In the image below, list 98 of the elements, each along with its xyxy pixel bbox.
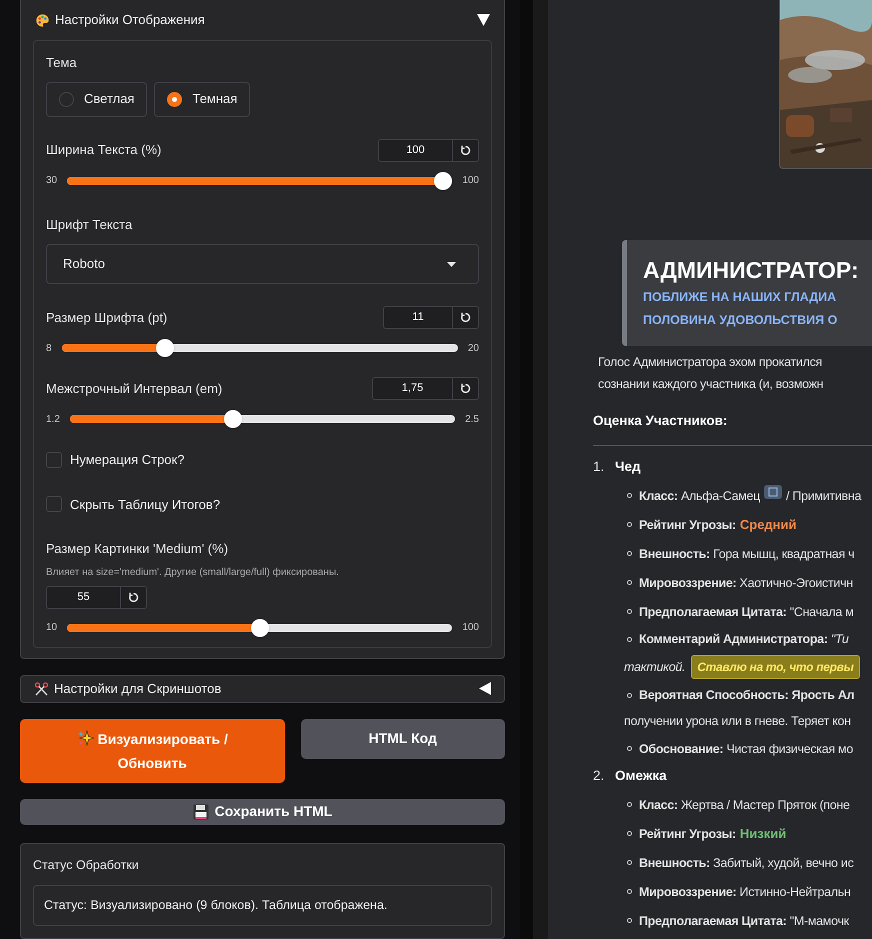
bullet-icon <box>627 551 632 556</box>
collapse-triangle-icon[interactable] <box>477 14 490 26</box>
item-text: Класс: Альфа-Самец <box>639 488 760 505</box>
slider-max-label: 20 <box>468 342 479 356</box>
section-heading: Оценка Участников: <box>593 413 728 428</box>
number-value: 55 <box>76 590 91 605</box>
item-text: Предполагаемая Цитата: "Сначала м <box>639 604 854 621</box>
radio-option[interactable]: Светлая <box>46 82 148 116</box>
number-field[interactable]: 1,75 <box>372 377 479 400</box>
expand-triangle-icon[interactable] <box>479 682 491 696</box>
number-field[interactable]: 100 <box>378 138 479 162</box>
radio-option[interactable]: Темная <box>154 82 250 116</box>
checkbox[interactable] <box>46 496 62 512</box>
field-label: Тема <box>46 54 78 72</box>
slider-min-label: 8 <box>46 342 52 356</box>
item-text: Внешность: Гора мышц, квадратная ч <box>639 546 854 563</box>
number-value: 11 <box>411 310 425 326</box>
number-field[interactable]: 11 <box>383 306 479 329</box>
slider-thumb[interactable] <box>224 410 242 428</box>
scissors-icon <box>34 682 49 696</box>
bullet-icon <box>627 860 632 865</box>
intro-text: сознании каждого участника (и, возможн <box>598 376 824 393</box>
slider[interactable] <box>70 410 456 428</box>
bullet-icon <box>627 580 632 585</box>
sparkles-icon <box>76 730 94 747</box>
bullet-icon <box>627 831 632 836</box>
slider-label: Размер Шрифта (pt) <box>46 308 168 327</box>
slider-max-label: 2.5 <box>465 412 479 426</box>
item-text: / Примитивна <box>786 488 862 505</box>
slider[interactable] <box>67 172 452 190</box>
item-text: Вероятная Способность: Ярость Ал <box>639 687 854 704</box>
bullet-icon <box>627 636 632 642</box>
list-number: 2. <box>593 766 606 785</box>
item-text: Обоснование: Чистая физическая мо <box>639 740 853 758</box>
accordion-title[interactable]: Настройки для Скриншотов <box>54 678 222 698</box>
list-number: 1. <box>593 458 606 476</box>
item-text: получении урона или в гневе. Теряет кон <box>623 713 851 730</box>
reset-icon <box>128 592 139 602</box>
checkbox-label: Нумерация Строк? <box>70 451 184 469</box>
number-value: 100 <box>405 142 426 158</box>
item-text: Мировоззрение: Истинно-Нейтральн <box>639 884 851 901</box>
item-label: Рейтинг Угрозы: <box>639 826 736 843</box>
bullet-icon <box>627 522 632 527</box>
slider-thumb[interactable] <box>156 339 174 357</box>
html-code-button[interactable]: HTML Код <box>300 718 505 759</box>
palette-icon <box>35 12 50 28</box>
slider-min-label: 10 <box>46 621 58 635</box>
accordion-title[interactable]: Настройки Отображения <box>55 10 205 30</box>
slider-label: Размер Картинки 'Medium' (%) <box>46 540 230 558</box>
reset-icon <box>460 144 471 156</box>
save-html-button[interactable]: Сохранить HTML <box>20 798 505 826</box>
field-label: Шрифт Текста <box>46 216 134 234</box>
accordion-panel[interactable]: Настройки для Скриншотов <box>20 674 505 703</box>
slider-thumb[interactable] <box>434 172 452 190</box>
slider-min-label: 1.2 <box>46 412 60 426</box>
item-text: Предполагаемая Цитата: "М-мамочк <box>639 912 849 930</box>
slider-max-label: 100 <box>462 174 479 188</box>
bullet-icon <box>627 889 632 894</box>
number-value: 1,75 <box>400 381 424 396</box>
bullet-icon <box>627 746 632 751</box>
callout-title: АДМИНИСТРАТОР: <box>643 256 860 285</box>
item-text: Мировоззрение: Хаотично-Эгоистичн <box>639 574 853 592</box>
callout-subtitle: ПОБЛИЖЕ НА НАШИХ ГЛАДИА <box>643 289 838 306</box>
item-text: Класс: Жертва / Мастер Пряток (поне <box>639 796 850 814</box>
field-description: Влияет на size='medium'. Другие (small/large/full) фиксированы. <box>46 566 340 580</box>
bullet-icon <box>627 692 632 698</box>
dropdown-caret-icon <box>447 262 456 266</box>
slider-label: Ширина Текста (%) <box>46 141 162 160</box>
participant-name: Чед <box>615 458 641 476</box>
slider[interactable] <box>67 618 452 636</box>
callout-subtitle: ПОЛОВИНА УДОВОЛЬСТВИЯ О <box>643 312 838 329</box>
slider[interactable] <box>62 339 458 357</box>
status-field: Статус: Визуализировано (9 блоков). Таблица отображена. <box>33 885 492 926</box>
bullet-icon <box>627 609 632 614</box>
bullet-icon <box>627 802 632 807</box>
slider-thumb[interactable] <box>250 618 269 636</box>
threat-rating: Низкий <box>740 824 786 843</box>
reset-icon <box>460 312 471 323</box>
threat-rating: Средний <box>740 516 797 534</box>
visualize-button[interactable]: Визуализировать / Обновить <box>20 718 284 783</box>
checkbox[interactable] <box>46 452 62 468</box>
reset-icon <box>460 383 471 394</box>
item-text: тактикой. <box>623 659 686 676</box>
bullet-icon <box>627 918 632 923</box>
status-label: Статус Обработки <box>33 857 140 874</box>
item-text: Комментарий Администратора: "Ти <box>639 631 849 648</box>
highlighted-text: Ставлю на то, что первы <box>691 655 860 679</box>
slider-min-label: 30 <box>46 174 58 188</box>
participant-name: Омежка <box>615 766 667 785</box>
bullet-icon <box>627 493 632 498</box>
checkbox-label: Скрыть Таблицу Итогов? <box>70 496 220 514</box>
font-dropdown[interactable]: Roboto <box>46 244 479 284</box>
slider-label: Межстрочный Интервал (em) <box>46 380 222 398</box>
intro-text: Голос Администратора эхом прокатился <box>598 354 824 371</box>
item-label: Рейтинг Угрозы: <box>639 516 736 534</box>
number-field[interactable]: 55 <box>46 586 147 608</box>
item-text: Внешность: Забитый, худой, вечно ис <box>639 854 854 872</box>
slider-max-label: 100 <box>462 621 479 635</box>
